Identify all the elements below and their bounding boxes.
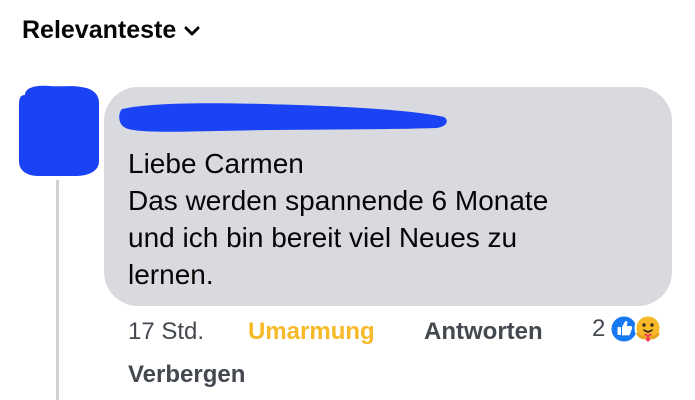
author-redaction [119, 103, 447, 132]
hide-button[interactable]: Verbergen [128, 361, 245, 389]
reaction-button[interactable]: Umarmung [248, 318, 375, 346]
thread-line [56, 180, 59, 400]
care-icon [633, 314, 663, 344]
timestamp[interactable]: 17 Std. [128, 318, 204, 346]
sort-dropdown[interactable]: Relevanteste [22, 16, 200, 45]
avatar[interactable] [15, 83, 101, 178]
reply-button[interactable]: Antworten [424, 318, 543, 346]
avatar-redaction [19, 85, 99, 176]
sort-label: Relevanteste [22, 16, 177, 44]
reaction-summary[interactable]: 2 [592, 314, 663, 344]
author-name[interactable] [118, 97, 450, 138]
chevron-down-icon [184, 25, 200, 37]
reaction-icons [609, 314, 663, 344]
comment-bubble: Liebe Carmen Das werden spannende 6 Mona… [104, 87, 672, 306]
reaction-count: 2 [592, 315, 606, 342]
comment-actions: 17 Std. Umarmung Antworten 2 [128, 314, 679, 354]
comment-text: Liebe Carmen Das werden spannende 6 Mona… [128, 148, 549, 290]
